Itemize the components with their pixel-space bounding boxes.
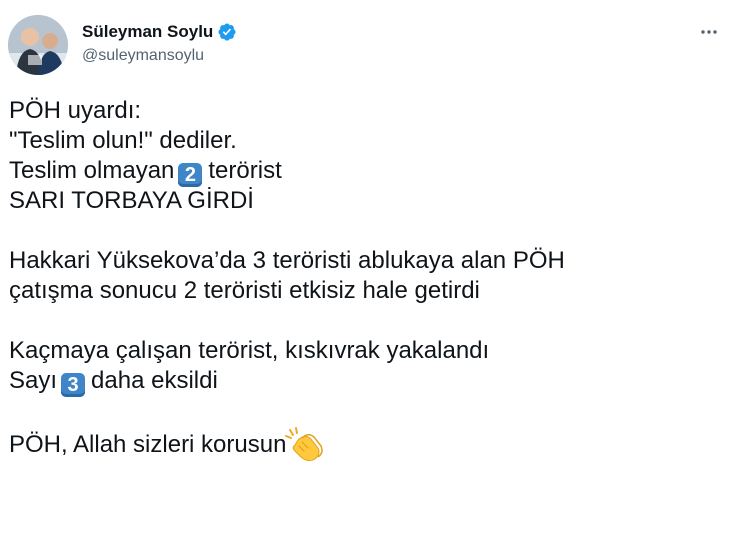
tweet-text: PÖH uyardı: "Teslim olun!" dediler. Tesl… <box>9 96 729 462</box>
tweet-line: PÖH uyardı: <box>9 97 142 124</box>
avatar[interactable] <box>8 15 68 75</box>
tweet-line: Teslim olmayan 2 terörist <box>9 156 729 187</box>
tweet-line: "Teslim olun!" dediler. <box>9 127 237 154</box>
user-handle[interactable]: @suleymansoylu <box>82 47 237 65</box>
tweet-line: PÖH, Allah sizleri korusun <box>9 426 729 462</box>
tweet-line: Kaçmaya çalışan terörist, kıskıvrak yaka… <box>9 337 490 364</box>
tweet-card: Süleyman Soylu @suleymansoylu PÖH uyardı… <box>0 0 741 536</box>
tweet-line: çatışma sonucu 2 teröristi etkisiz hale … <box>9 277 480 304</box>
tweet-line: Hakkari Yüksekova’da 3 teröristi ablukay… <box>9 247 565 274</box>
display-name[interactable]: Süleyman Soylu <box>82 22 213 42</box>
name-row: Süleyman Soylu <box>82 20 237 44</box>
profile-photo-icon <box>8 15 68 75</box>
clapping-hands-icon <box>284 426 324 462</box>
keycap-three-icon: 3 <box>61 373 86 397</box>
tweet-line: Sayı 3 daha eksildi <box>9 366 729 397</box>
tweet-line-text: Sayı <box>9 367 58 394</box>
more-button[interactable] <box>697 20 721 44</box>
tweet-line-text: terörist <box>208 157 282 184</box>
tweet-line-text: Teslim olmayan <box>9 157 175 184</box>
tweet-line-text: daha eksildi <box>91 367 218 394</box>
verified-badge-icon <box>217 22 237 42</box>
tweet-line-text: PÖH, Allah sizleri korusun <box>9 431 287 458</box>
keycap-two-icon: 2 <box>178 163 203 187</box>
tweet-line: SARI TORBAYA GİRDİ <box>9 187 254 214</box>
tweet-author: Süleyman Soylu @suleymansoylu <box>82 20 237 65</box>
more-horizontal-icon <box>701 30 717 34</box>
